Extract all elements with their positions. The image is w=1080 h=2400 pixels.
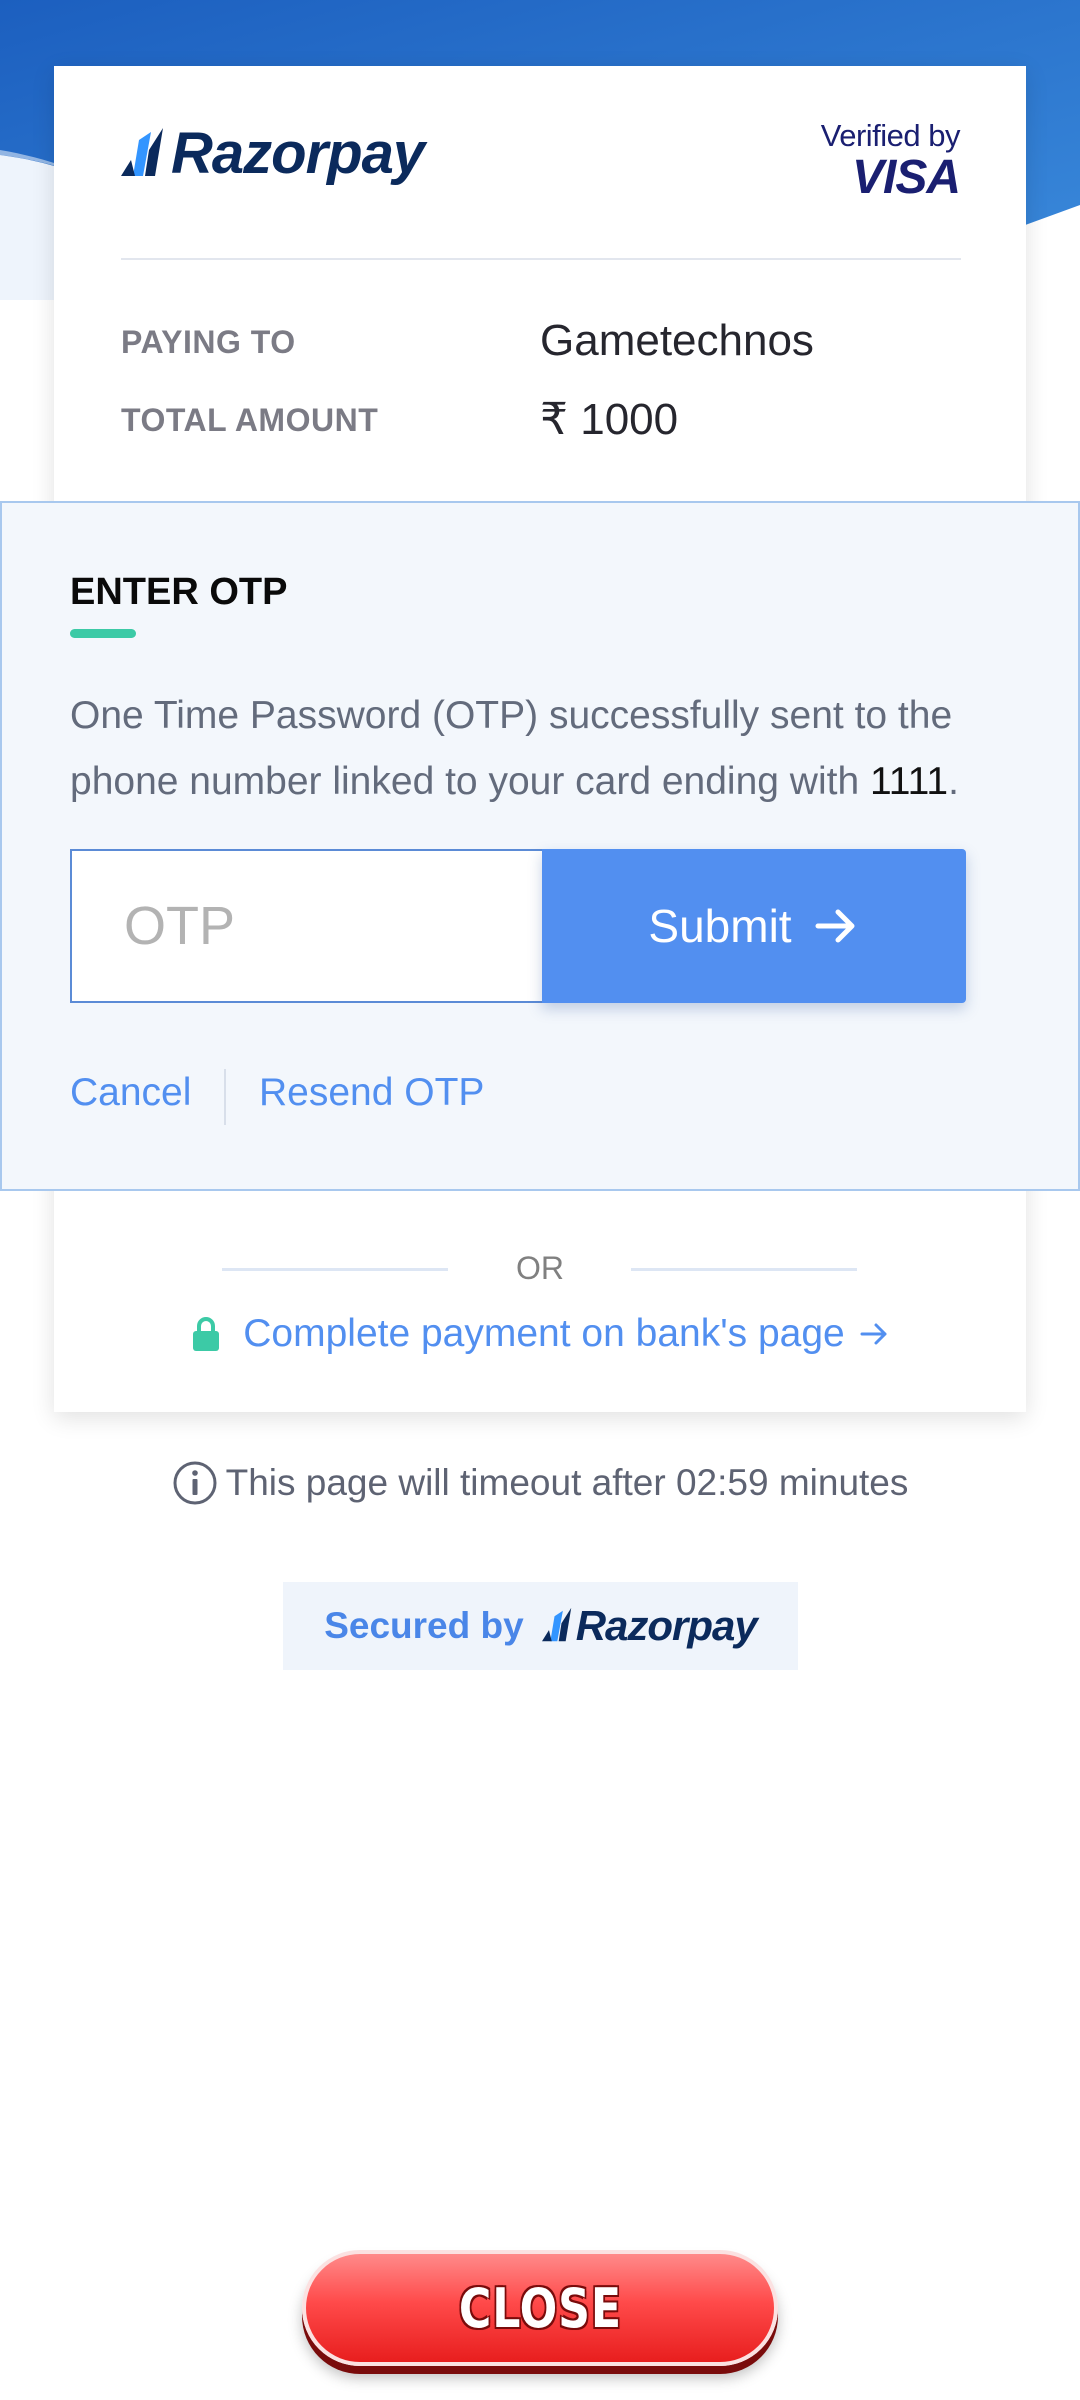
timeout-notice: This page will timeout after 02:59 minut… [0,1460,1080,1506]
submit-button[interactable]: Submit [542,849,966,1003]
close-button[interactable]: CLOSE [302,2250,778,2366]
razorpay-logo: Razorpay [121,120,425,187]
bank-page-link-text: Complete payment on bank's page [243,1312,845,1355]
arrow-right-icon [860,1323,887,1345]
arrow-right-icon [815,909,855,943]
verified-by-text: Verified by [820,118,961,153]
otp-title-underline [70,629,136,638]
otp-input[interactable] [72,851,542,1001]
verified-by-visa-badge: Verified by VISA [820,118,961,204]
or-divider-right [631,1268,857,1271]
secured-razorpay-wordmark: Razorpay [575,1602,758,1649]
link-separator [224,1069,226,1125]
secured-razorpay-logo: Razorpay [541,1602,758,1650]
paying-to-value: Gametechnos [540,316,814,365]
razorpay-wordmark: Razorpay [171,121,425,186]
paying-to-label: PAYING TO [121,324,296,360]
lock-icon [193,1317,220,1351]
cancel-link[interactable]: Cancel [70,1071,191,1115]
secured-by-badge: Secured by Razorpay [283,1582,798,1670]
razorpay-logo-icon [121,127,163,176]
otp-title: ENTER OTP [70,571,288,613]
resend-otp-link[interactable]: Resend OTP [259,1071,484,1115]
info-icon [173,1461,217,1505]
or-label: OR [516,1250,564,1286]
visa-text: VISA [851,151,961,204]
timeout-text: This page will timeout after 02:59 minut… [225,1462,909,1503]
card-last-digits: 1111 [870,760,949,803]
close-label: CLOSE [458,2276,622,2340]
total-amount-label: TOTAL AMOUNT [121,402,379,438]
bank-page-link[interactable]: Complete payment on bank's page [0,1312,1080,1356]
otp-message-text: One Time Password (OTP) successfully sen… [70,694,953,803]
submit-label: Submit [648,900,792,952]
header-divider [121,258,961,260]
otp-message: One Time Password (OTP) successfully sen… [70,683,1030,815]
otp-input-container [70,849,542,1003]
razorpay-logo-icon [541,1607,571,1642]
total-amount-value: ₹ 1000 [540,395,679,444]
otp-message-end: . [948,760,959,803]
otp-panel: ENTER OTP One Time Password (OTP) succes… [0,501,1080,1191]
secured-by-text: Secured by [324,1605,524,1646]
